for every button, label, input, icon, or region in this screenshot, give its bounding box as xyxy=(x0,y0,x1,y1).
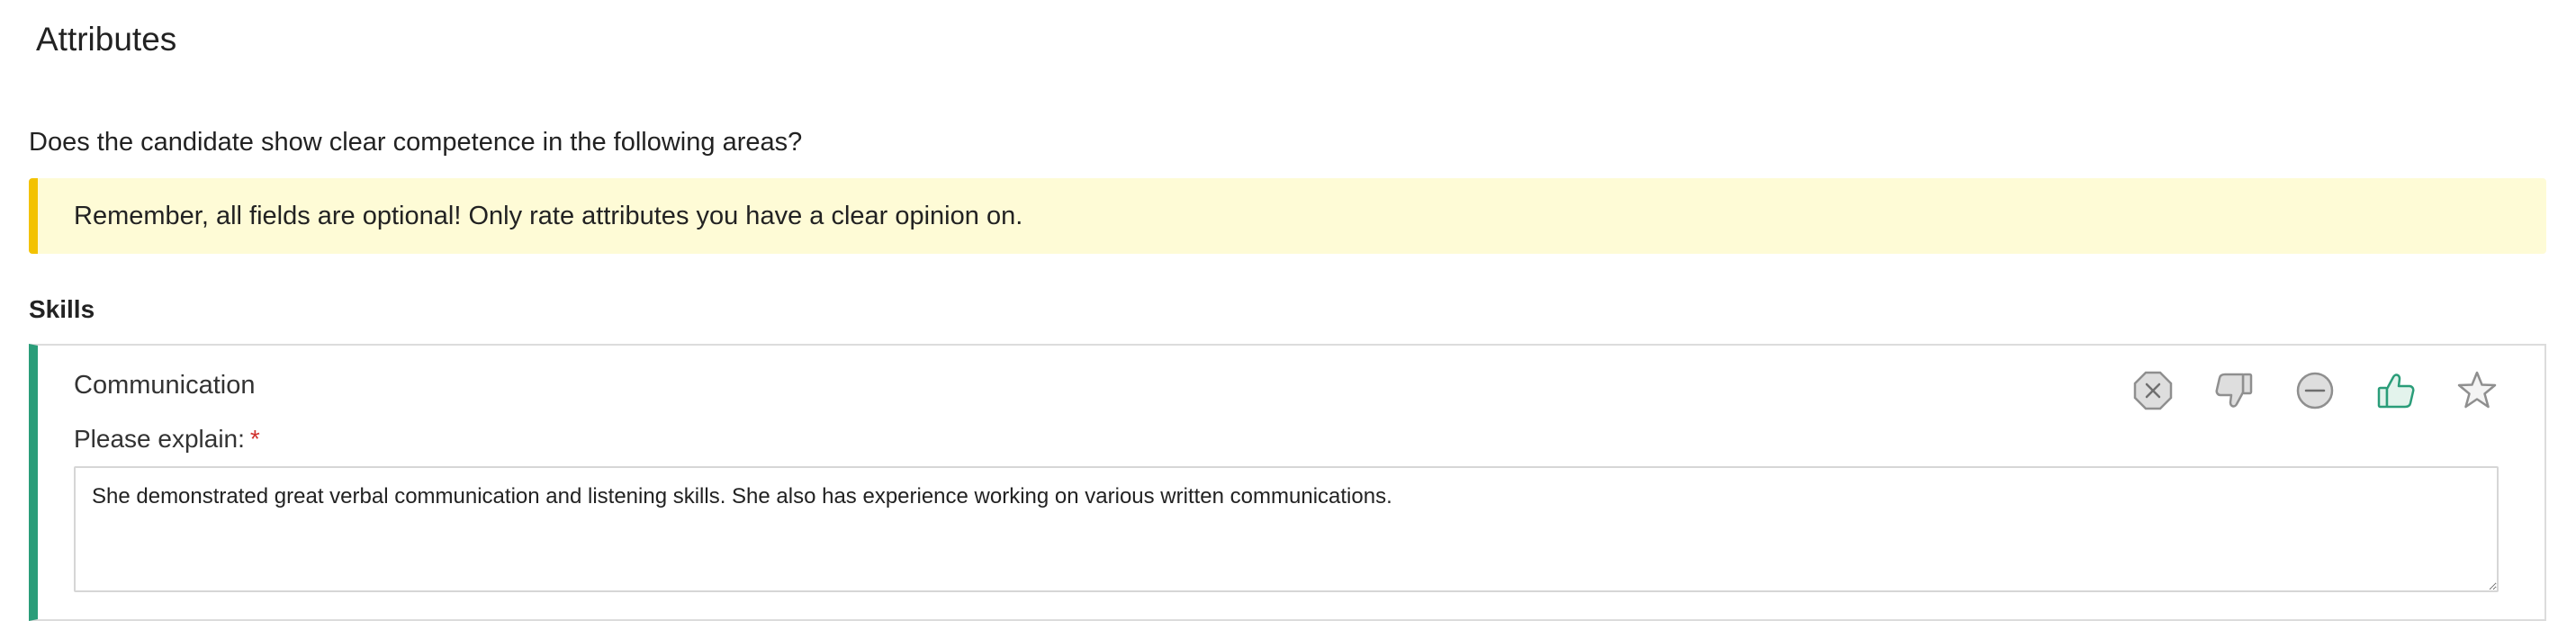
thumbs-up-icon xyxy=(2377,374,2415,409)
optional-fields-notice: Remember, all fields are optional! Only … xyxy=(29,178,2546,254)
explain-textarea[interactable]: She demonstrated great verbal communicat… xyxy=(74,466,2499,592)
thumbs-down-icon xyxy=(2215,373,2253,408)
section-heading-skills: Skills xyxy=(29,295,95,323)
rating-no-rating-button[interactable] xyxy=(2124,362,2182,419)
required-marker: * xyxy=(249,425,260,453)
neutral-icon xyxy=(2296,372,2334,410)
explain-label: Please explain: * xyxy=(74,423,260,455)
rating-neutral-button[interactable] xyxy=(2286,362,2344,419)
no-rating-icon xyxy=(2133,371,2173,410)
notice-text: Remember, all fields are optional! Only … xyxy=(74,202,1023,230)
attribute-name: Communication xyxy=(74,371,256,400)
rating-thumbs-down-button[interactable] xyxy=(2205,362,2263,419)
rating-thumbs-up-button[interactable] xyxy=(2367,362,2425,419)
explain-label-text: Please explain: xyxy=(74,425,245,453)
attribute-card-communication: Communication Please explain: * She demo… xyxy=(29,344,2546,621)
rating-star-button[interactable] xyxy=(2448,362,2506,419)
page-title: Attributes xyxy=(36,21,177,58)
competence-question: Does the candidate show clear competence… xyxy=(29,128,803,157)
star-icon xyxy=(2457,371,2497,409)
rating-group xyxy=(2124,362,2506,419)
